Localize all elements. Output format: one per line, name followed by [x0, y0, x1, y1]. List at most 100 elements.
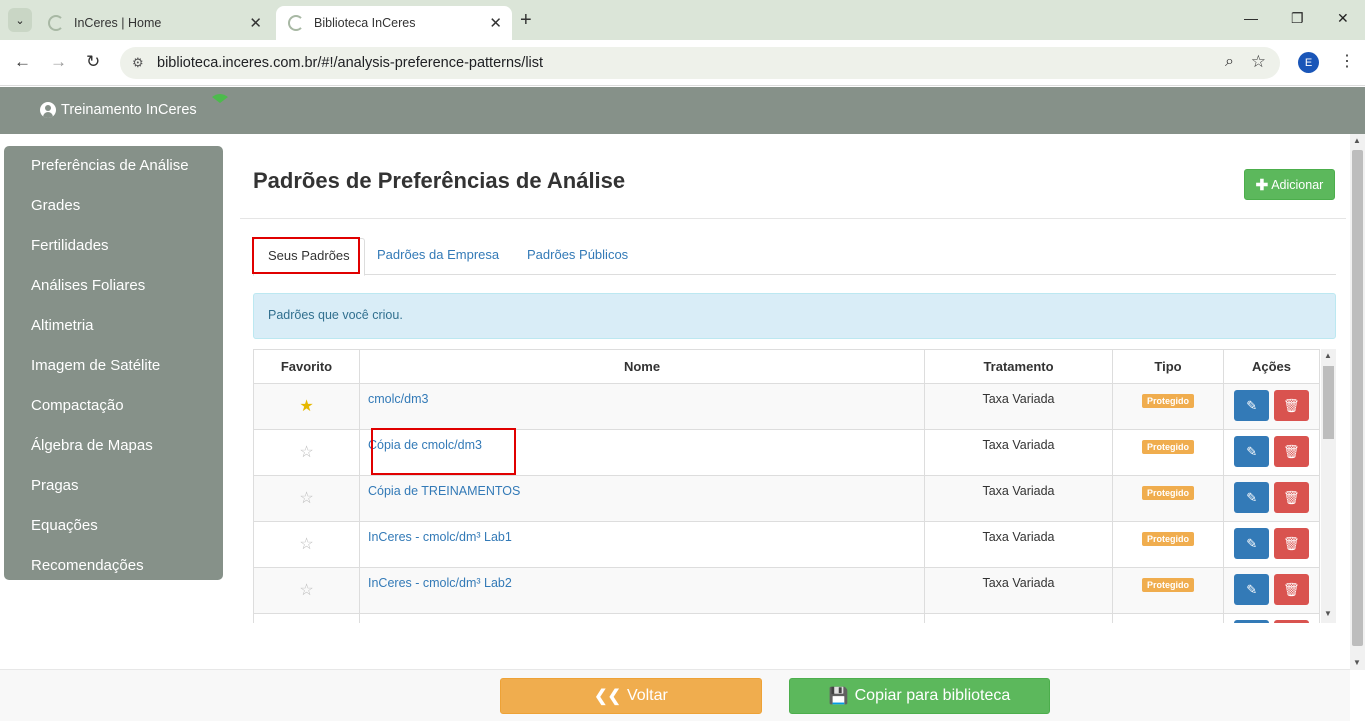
url-text[interactable]: biblioteca.inceres.com.br/#!/analysis-pr… — [157, 55, 543, 71]
favorite-cell: ☆ — [253, 475, 360, 522]
delete-button[interactable]: 🗑 — [1273, 574, 1309, 605]
delete-button[interactable]: 🗑 — [1273, 436, 1309, 467]
page-scroll-thumb[interactable] — [1352, 150, 1363, 646]
edit-button[interactable]: ✎ — [1234, 482, 1270, 513]
browser-toolbar: ← → ↻ ⚙ biblioteca.inceres.com.br/#!/ana… — [0, 40, 1365, 86]
table-row: ☆ InCeres - cmolc/dm³ Lab1 Taxa Variada … — [253, 521, 1320, 568]
name-link[interactable] — [359, 613, 925, 623]
tab-padroes-publicos[interactable]: Padrões Públicos — [513, 238, 642, 275]
edit-button[interactable]: ✎ — [1234, 574, 1270, 605]
favorite-cell: ☆ — [253, 567, 360, 614]
profile-avatar[interactable]: E — [1298, 52, 1319, 73]
add-button[interactable]: ✚ Adicionar — [1244, 169, 1335, 200]
sidebar-item-imagem-satelite[interactable]: Imagem de Satélite — [4, 355, 223, 395]
name-link[interactable]: Cópia de TREINAMENTOS — [359, 475, 925, 522]
tipo-cell: Protegido — [1112, 429, 1224, 476]
edit-button[interactable]: ✎ — [1234, 620, 1270, 623]
browser-tab-biblioteca[interactable]: Biblioteca InCeres ✕ — [276, 6, 512, 40]
edit-button[interactable]: ✎ — [1234, 436, 1270, 467]
sidebar-item-grades[interactable]: Grades — [4, 195, 223, 235]
edit-button[interactable]: ✎ — [1234, 390, 1270, 421]
favorite-cell: ★ — [253, 383, 360, 430]
column-header-acoes: Ações — [1223, 349, 1320, 384]
star-outline-icon[interactable]: ☆ — [299, 490, 313, 507]
zoom-icon[interactable]: ⌕ — [1225, 53, 1234, 71]
footer-bar: ❮❮ Voltar 💾 Copiar para biblioteca — [0, 669, 1350, 721]
name-link[interactable]: InCeres - cmolc/dm³ Lab1 — [359, 521, 925, 568]
close-tab-icon[interactable]: ✕ — [249, 14, 262, 32]
info-alert: Padrões que você criou. — [253, 293, 1336, 339]
scroll-up-icon[interactable]: ▲ — [1324, 351, 1332, 360]
table-header-row: Favorito Nome Tratamento Tipo Ações — [253, 349, 1320, 384]
edit-button[interactable]: ✎ — [1234, 528, 1270, 559]
star-filled-icon[interactable]: ★ — [299, 398, 313, 415]
sidebar-item-altimetria[interactable]: Altimetria — [4, 315, 223, 355]
browser-menu-icon[interactable]: ⋮ — [1339, 51, 1355, 71]
scroll-up-icon[interactable]: ▲ — [1353, 136, 1361, 145]
back-arrow-icon[interactable]: ← — [14, 52, 31, 72]
tipo-cell: Protegido — [1112, 521, 1224, 568]
tab-title: InCeres | Home — [74, 16, 162, 30]
name-link[interactable]: cmolc/dm3 — [359, 383, 925, 430]
minimize-icon[interactable]: — — [1244, 10, 1258, 26]
close-tab-icon[interactable]: ✕ — [489, 14, 502, 32]
scroll-down-icon[interactable]: ▼ — [1353, 658, 1361, 667]
delete-button[interactable]: 🗑 — [1273, 528, 1309, 559]
tab-title: Biblioteca InCeres — [314, 16, 416, 30]
wifi-icon — [212, 94, 228, 103]
window-close-icon[interactable]: ✕ — [1337, 10, 1349, 27]
name-link[interactable]: InCeres - cmolc/dm³ Lab2 — [359, 567, 925, 614]
actions-cell: ✎ 🗑 — [1223, 567, 1320, 614]
back-button-label: Voltar — [626, 687, 668, 704]
browser-tab-home[interactable]: InCeres | Home ✕ — [36, 6, 272, 40]
back-button[interactable]: ❮❮ Voltar — [500, 678, 762, 714]
tratamento-cell: Taxa Variada — [924, 521, 1113, 568]
tab-search-button[interactable]: ⌄ — [8, 8, 32, 32]
table-scroll-thumb[interactable] — [1323, 366, 1334, 439]
column-header-tipo[interactable]: Tipo — [1112, 349, 1224, 384]
delete-button[interactable]: 🗑 — [1273, 482, 1309, 513]
add-button-label: Adicionar — [1271, 177, 1324, 192]
actions-cell: ✎ 🗑 — [1223, 383, 1320, 430]
reload-icon[interactable]: ↻ — [86, 52, 100, 72]
bookmark-star-icon[interactable]: ☆ — [1251, 52, 1266, 72]
new-tab-icon[interactable]: + — [520, 9, 532, 32]
tipo-cell: Protegido — [1112, 383, 1224, 430]
table-row: ★ cmolc/dm3 Taxa Variada Protegido ✎ 🗑 — [253, 383, 1320, 430]
star-outline-icon[interactable]: ☆ — [299, 536, 313, 553]
forward-arrow-icon[interactable]: → — [50, 52, 67, 72]
sidebar-item-analises-foliares[interactable]: Análises Foliares — [4, 275, 223, 315]
sidebar-item-recomendacoes[interactable]: Recomendações — [4, 555, 223, 595]
status-badge: Protegido — [1142, 486, 1194, 500]
sidebar-item-equacoes[interactable]: Equações — [4, 515, 223, 555]
column-header-nome[interactable]: Nome — [359, 349, 925, 384]
tab-padroes-empresa[interactable]: Padrões da Empresa — [363, 238, 513, 275]
delete-button[interactable]: 🗑 — [1273, 620, 1309, 623]
sidebar-item-pragas[interactable]: Pragas — [4, 475, 223, 515]
copy-to-library-button[interactable]: 💾 Copiar para biblioteca — [789, 678, 1050, 714]
star-outline-icon[interactable]: ☆ — [299, 582, 313, 599]
status-badge: Protegido — [1142, 532, 1194, 546]
address-bar[interactable]: ⚙ biblioteca.inceres.com.br/#!/analysis-… — [120, 47, 1280, 79]
tratamento-cell: Taxa Variada — [924, 567, 1113, 614]
tratamento-cell: Taxa Variada — [924, 383, 1113, 430]
restore-icon[interactable]: ❐ — [1291, 10, 1304, 27]
actions-cell: ✎ 🗑 — [1223, 613, 1320, 623]
sidebar-item-preferencias[interactable]: Preferências de Análise — [4, 155, 223, 195]
sidebar-item-compactacao[interactable]: Compactação — [4, 395, 223, 435]
favorite-cell: ☆ — [253, 521, 360, 568]
scroll-down-icon[interactable]: ▼ — [1324, 609, 1332, 618]
column-header-favorito[interactable]: Favorito — [253, 349, 360, 384]
user-menu[interactable]: Treinamento InCeres — [40, 102, 197, 118]
sidebar-item-algebra-mapas[interactable]: Álgebra de Mapas — [4, 435, 223, 475]
site-info-icon[interactable]: ⚙ — [132, 55, 144, 71]
delete-button[interactable]: 🗑 — [1273, 390, 1309, 421]
sidebar-item-fertilidades[interactable]: Fertilidades — [4, 235, 223, 275]
table-row: ☆ InCeres - cmolc/dm³ Lab2 Taxa Variada … — [253, 567, 1320, 614]
page-scrollbar[interactable]: ▲ ▼ — [1350, 134, 1365, 670]
actions-cell: ✎ 🗑 — [1223, 475, 1320, 522]
star-outline-icon[interactable]: ☆ — [299, 444, 313, 461]
table-scrollbar[interactable]: ▲ ▼ — [1321, 349, 1336, 623]
column-header-tratamento[interactable]: Tratamento — [924, 349, 1113, 384]
sidebar: Preferências de Análise Grades Fertilida… — [4, 146, 223, 580]
